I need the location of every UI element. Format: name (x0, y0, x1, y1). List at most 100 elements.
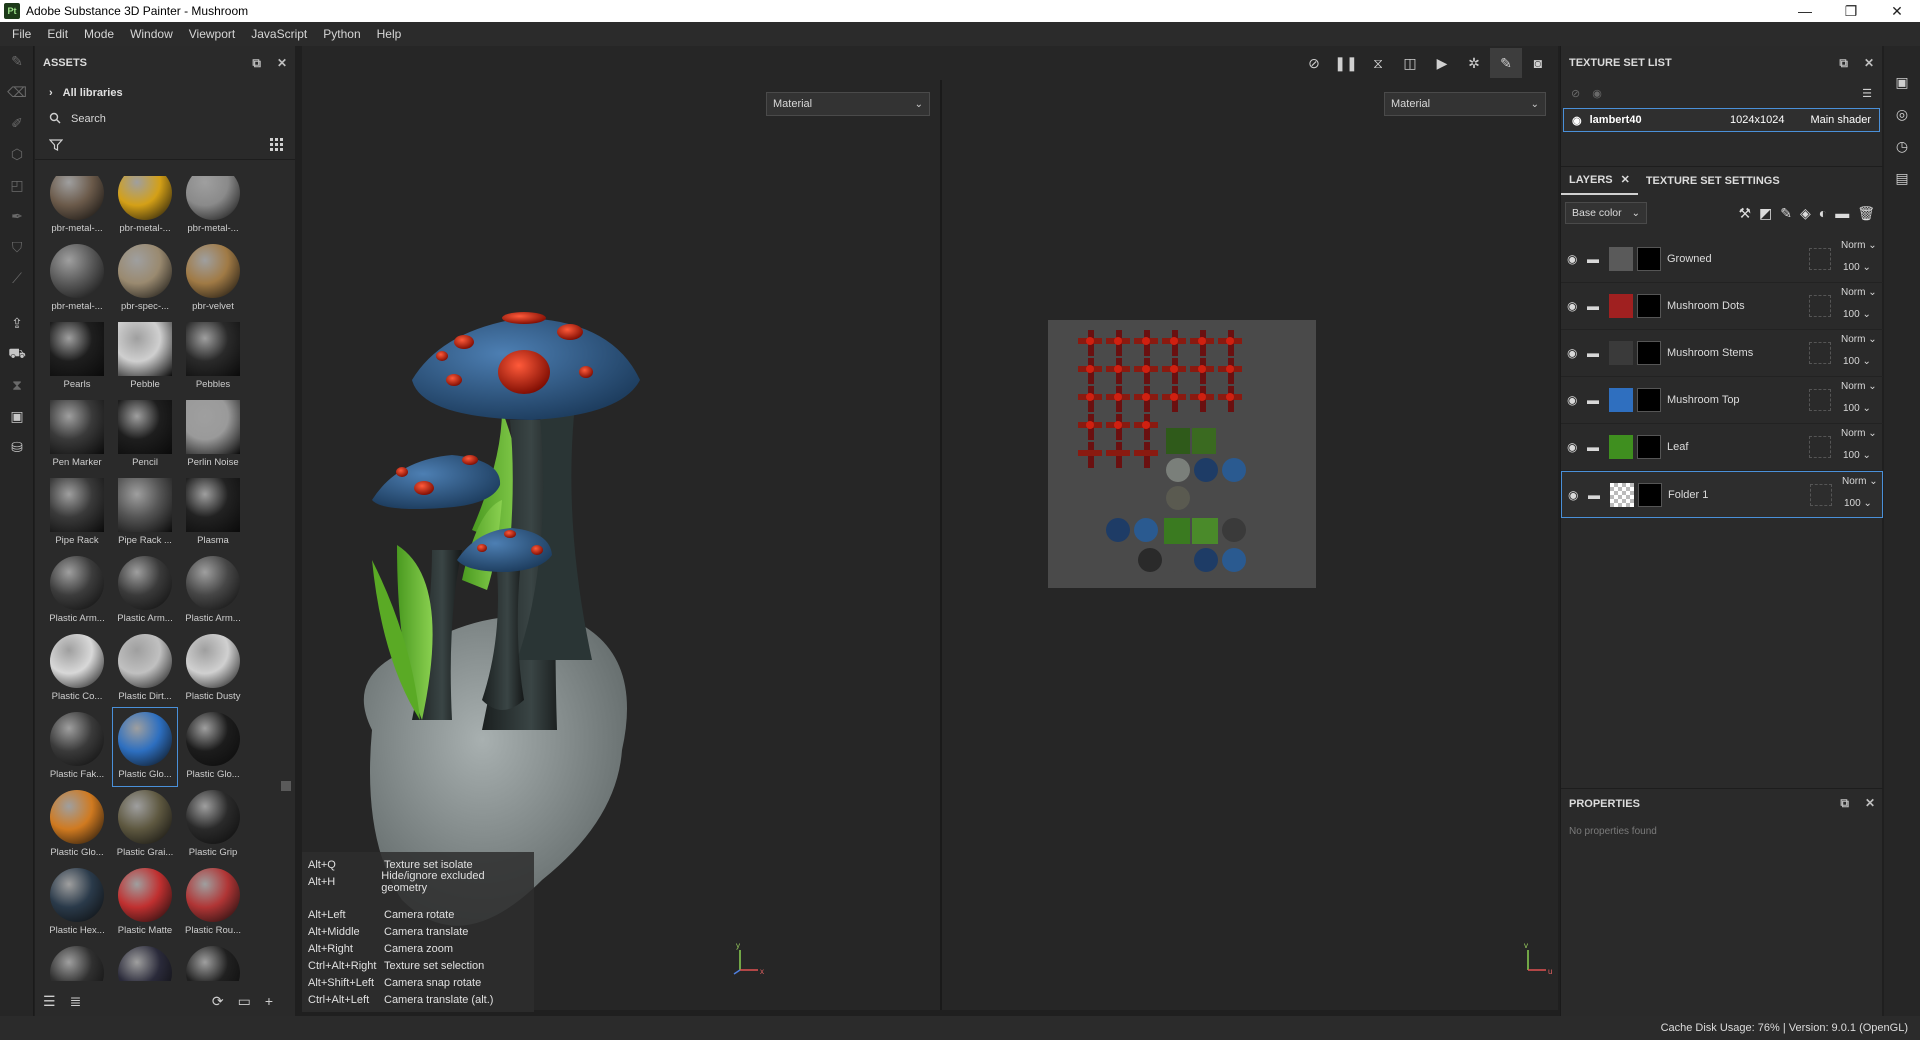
filter-icon[interactable] (48, 138, 64, 154)
display-icon[interactable]: ◎ (1884, 98, 1920, 130)
texture-set-icon[interactable]: ▣ (1884, 66, 1920, 98)
refresh-icon[interactable]: ⟳ (212, 993, 224, 1010)
asset-tile[interactable]: Plastic Grip (181, 786, 245, 864)
paint-brush-icon[interactable]: ✎ (0, 46, 34, 77)
asset-tile[interactable]: Pen Marker (45, 396, 109, 474)
tab-layers[interactable]: LAYERS ✕ (1561, 167, 1638, 195)
search-input[interactable]: Search (35, 106, 295, 132)
add-smart-material-icon[interactable]: ◐ (1819, 205, 1827, 222)
layer-row[interactable]: ◉ ▬ Mushroom Stems Norm ⌄ 100 ⌄ (1561, 330, 1883, 377)
layer-row[interactable]: ◉ ▬ Mushroom Top Norm ⌄ 100 ⌄ (1561, 377, 1883, 424)
asset-tile[interactable]: Plastic Dusty (181, 630, 245, 708)
blend-mode-select[interactable]: Norm ⌄ (1841, 428, 1877, 439)
layer-mask-slot[interactable] (1809, 295, 1831, 317)
add-paint-layer-icon[interactable]: ✎ (1780, 205, 1792, 222)
layer-row[interactable]: ◉ ▬ Leaf Norm ⌄ 100 ⌄ (1561, 424, 1883, 471)
tab-texture-set-settings[interactable]: TEXTURE SET SETTINGS (1638, 167, 1788, 195)
view-cube-icon[interactable]: ◫ (1394, 48, 1426, 78)
asset-tile[interactable]: Pencil (113, 396, 177, 474)
asset-tile[interactable]: Plastic Arm... (181, 552, 245, 630)
close-tab-icon[interactable]: ✕ (1621, 173, 1630, 186)
delete-icon[interactable]: 🗑 (1857, 205, 1875, 222)
add-effect-icon[interactable]: ⚒ (1738, 205, 1751, 222)
close-panel-icon[interactable]: ✕ (1864, 56, 1874, 71)
eye-icon[interactable]: ◉ (1567, 393, 1587, 407)
asset-tile[interactable]: pbr-metal-... (113, 176, 177, 240)
blend-mode-select[interactable]: Norm ⌄ (1841, 334, 1877, 345)
projection-icon[interactable]: ✐ (0, 108, 34, 139)
add-fill-layer-icon[interactable]: ◈ (1800, 205, 1811, 222)
asset-tile[interactable] (45, 942, 109, 981)
asset-tile[interactable] (181, 942, 245, 981)
asset-tile[interactable]: pbr-spec-... (113, 240, 177, 318)
undock-icon[interactable]: ⧉ (1839, 56, 1848, 71)
layer-mask-slot[interactable] (1810, 484, 1832, 506)
asset-tile[interactable]: pbr-metal-... (181, 176, 245, 240)
opacity-select[interactable]: 100 ⌄ (1843, 450, 1871, 461)
stamp-icon[interactable]: ⛉ (0, 232, 34, 263)
menu-python[interactable]: Python (315, 22, 368, 46)
blend-mode-select[interactable]: Norm ⌄ (1841, 240, 1877, 251)
menu-window[interactable]: Window (122, 22, 181, 46)
add-folder-icon[interactable]: ▬ (1835, 205, 1849, 222)
eye-icon[interactable]: ◉ (1568, 488, 1588, 502)
menu-edit[interactable]: Edit (39, 22, 76, 46)
add-icon[interactable]: + (265, 993, 273, 1009)
asset-tile[interactable]: Pearls (45, 318, 109, 396)
asset-tile[interactable]: Plastic Glo... (181, 708, 245, 786)
asset-tile[interactable]: Plasma (181, 474, 245, 552)
pause-icon[interactable]: ❚❚ (1330, 48, 1362, 78)
asset-tile[interactable]: Plastic Hex... (45, 864, 109, 942)
layer-row[interactable]: ◉ ▬ Folder 1 Norm ⌄ 100 ⌄ (1561, 471, 1883, 518)
asset-tile[interactable] (113, 942, 177, 981)
lighting-icon[interactable]: ✲ (1458, 48, 1490, 78)
undock-icon[interactable]: ⧉ (1840, 796, 1849, 811)
asset-tile[interactable]: Plastic Glo... (45, 786, 109, 864)
menu-file[interactable]: File (4, 22, 39, 46)
display-settings-icon[interactable]: ▣ (0, 401, 34, 432)
export-icon[interactable]: ⇪ (0, 308, 34, 339)
asset-tile[interactable]: Pebble (113, 318, 177, 396)
layer-mask-slot[interactable] (1809, 342, 1831, 364)
opacity-select[interactable]: 100 ⌄ (1844, 498, 1872, 509)
hide-icon[interactable]: ⊘ (1298, 48, 1330, 78)
eraser-icon[interactable]: ⌫ (0, 77, 34, 108)
maximize-button[interactable]: ❐ (1828, 0, 1874, 22)
library-selector[interactable]: › All libraries (35, 80, 295, 106)
polygon-fill-icon[interactable]: ⬡ (0, 139, 34, 170)
layer-mask-slot[interactable] (1809, 436, 1831, 458)
close-button[interactable]: ✕ (1874, 0, 1920, 22)
minimize-button[interactable]: — (1782, 0, 1828, 22)
channel-select[interactable]: Base color ⌄ (1565, 202, 1647, 224)
eye-icon[interactable]: ◉ (1567, 299, 1587, 313)
opacity-select[interactable]: 100 ⌄ (1843, 309, 1871, 320)
paint-mode-icon[interactable]: ✎ (1490, 48, 1522, 78)
texture-set-row[interactable]: ◉ lambert40 1024x1024 Main shader (1563, 108, 1880, 132)
asset-scrollbar[interactable] (281, 781, 291, 791)
bake-icon[interactable]: ⛟ (0, 339, 34, 370)
menu-javascript[interactable]: JavaScript (243, 22, 315, 46)
color-picker-icon[interactable]: ⟋ (0, 263, 34, 294)
asset-tile[interactable]: pbr-metal-... (45, 176, 109, 240)
history-icon[interactable]: ◷ (1884, 130, 1920, 162)
asset-tile[interactable]: Plastic Rou... (181, 864, 245, 942)
visibility-off-icon[interactable]: ⊘ (1571, 87, 1580, 100)
eye-icon[interactable]: ◉ (1567, 346, 1587, 360)
asset-tile[interactable]: Plastic Arm... (45, 552, 109, 630)
eye-icon[interactable]: ◉ (1567, 440, 1587, 454)
menu-mode[interactable]: Mode (76, 22, 122, 46)
opacity-select[interactable]: 100 ⌄ (1843, 262, 1871, 273)
blend-mode-select[interactable]: Norm ⌄ (1841, 381, 1877, 392)
layer-row[interactable]: ◉ ▬ Growned Norm ⌄ 100 ⌄ (1561, 236, 1883, 283)
grid-view-icon[interactable] (270, 137, 283, 154)
camera-icon[interactable]: ▶ (1426, 48, 1458, 78)
eye-icon[interactable]: ◉ (1592, 87, 1602, 100)
eye-icon[interactable]: ◉ (1567, 252, 1587, 266)
shelf-icon[interactable]: ⛁ (0, 432, 34, 463)
asset-tile[interactable]: Plastic Arm... (113, 552, 177, 630)
asset-tile[interactable]: pbr-velvet (181, 240, 245, 318)
asset-tile[interactable]: Perlin Noise (181, 396, 245, 474)
symmetry-icon[interactable]: ⧖ (1362, 48, 1394, 78)
close-panel-icon[interactable]: ✕ (1865, 796, 1875, 811)
menu-help[interactable]: Help (369, 22, 410, 46)
